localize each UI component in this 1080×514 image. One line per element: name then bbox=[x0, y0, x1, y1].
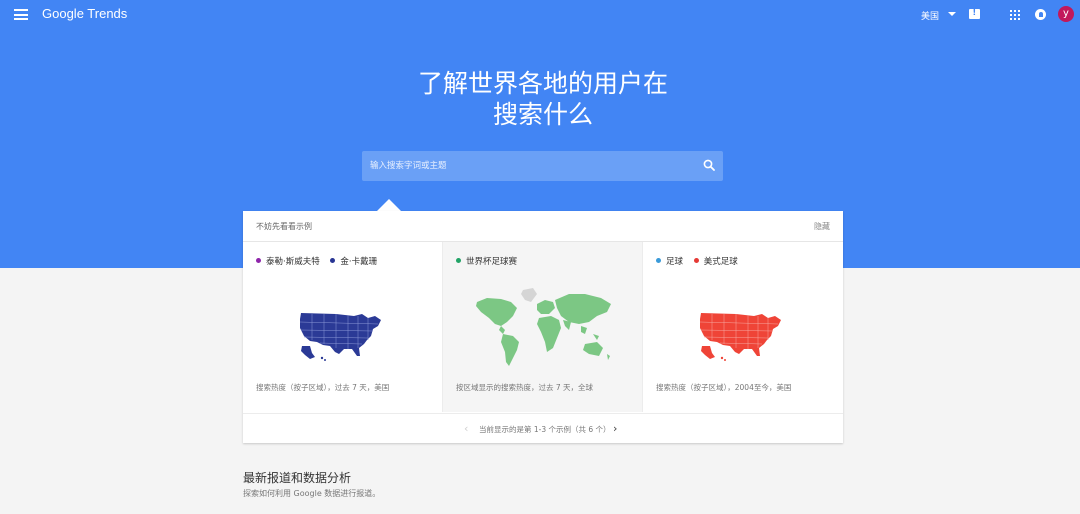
term-taylor-swift: 泰勒·斯威夫特 bbox=[256, 255, 320, 267]
series-dot-icon bbox=[693, 258, 699, 263]
news-section-subtitle: 探索如何利用 Google 数据进行报道。 bbox=[243, 489, 381, 498]
notifications-icon[interactable] bbox=[1035, 9, 1046, 20]
us-map-icon bbox=[299, 313, 381, 361]
example-caption: 按区域显示的搜索热度，过去 7 天，全球 bbox=[456, 383, 594, 392]
series-dot-icon bbox=[456, 258, 461, 263]
chevron-down-icon[interactable] bbox=[948, 12, 956, 16]
example-caption: 搜索热度（按子区域），过去 7 天，美国 bbox=[256, 383, 390, 392]
top-bar: Google Trends 美国 y bbox=[0, 0, 1080, 30]
example-terms: 足球 美式足球 bbox=[656, 255, 746, 267]
examples-card: 不妨先看看示例 隐藏 泰勒·斯威夫特 金·卡戴珊 搜索热度（按子区域），过去 7… bbox=[243, 211, 843, 443]
example-terms: 泰勒·斯威夫特 金·卡戴珊 bbox=[256, 255, 385, 267]
examples-card-title: 不妨先看看示例 bbox=[256, 222, 312, 231]
search-input[interactable] bbox=[370, 158, 690, 174]
example-caption: 搜索热度（按子区域），2004至今，美国 bbox=[656, 383, 792, 392]
series-dot-icon bbox=[256, 258, 261, 263]
us-map-icon bbox=[699, 313, 781, 361]
term-world-cup: 世界杯足球赛 bbox=[456, 255, 517, 267]
headline-line-1: 了解世界各地的用户在 bbox=[417, 69, 668, 98]
headline-line-2: 搜索什么 bbox=[492, 100, 593, 129]
google-trends-logo[interactable]: Google Trends bbox=[42, 6, 127, 21]
example-card-world-cup[interactable]: 世界杯足球赛 按区域显示的搜索热度，过去 7 天，全球 bbox=[443, 242, 643, 412]
feedback-icon[interactable] bbox=[969, 8, 980, 19]
term-kim-kardashian: 金·卡戴珊 bbox=[330, 255, 377, 267]
example-terms: 世界杯足球赛 bbox=[456, 255, 525, 267]
hamburger-menu-icon[interactable] bbox=[14, 9, 28, 20]
term-american-football: 美式足球 bbox=[693, 255, 738, 267]
example-card-celebrities[interactable]: 泰勒·斯威夫特 金·卡戴珊 搜索热度（按子区域），过去 7 天，美国 bbox=[243, 242, 443, 412]
world-map-icon bbox=[476, 288, 611, 366]
example-card-football[interactable]: 足球 美式足球 搜索热度（按子区域），2004至今，美国 bbox=[643, 242, 843, 412]
search-box[interactable] bbox=[362, 151, 723, 181]
chevron-right-icon[interactable]: › bbox=[613, 422, 617, 435]
page-headline: 了解世界各地的用户在 搜索什么 bbox=[0, 68, 1080, 130]
apps-grid-icon[interactable] bbox=[1010, 10, 1020, 20]
term-soccer: 足球 bbox=[656, 255, 683, 267]
hide-button[interactable]: 隐藏 bbox=[814, 221, 830, 232]
chevron-left-icon[interactable]: ‹ bbox=[464, 422, 468, 435]
account-avatar[interactable]: y bbox=[1058, 6, 1074, 22]
examples-pager: ‹ 当前显示的是第 1-3 个示例（共 6 个） › bbox=[243, 413, 843, 443]
series-dot-icon bbox=[656, 258, 661, 263]
pager-status: 当前显示的是第 1-3 个示例（共 6 个） bbox=[479, 425, 611, 434]
region-selector[interactable]: 美国 bbox=[921, 9, 939, 22]
news-section-title: 最新报道和数据分析 bbox=[243, 471, 352, 485]
search-icon[interactable] bbox=[703, 159, 715, 171]
examples-card-header: 不妨先看看示例 隐藏 bbox=[243, 211, 843, 242]
series-dot-icon bbox=[330, 258, 336, 263]
